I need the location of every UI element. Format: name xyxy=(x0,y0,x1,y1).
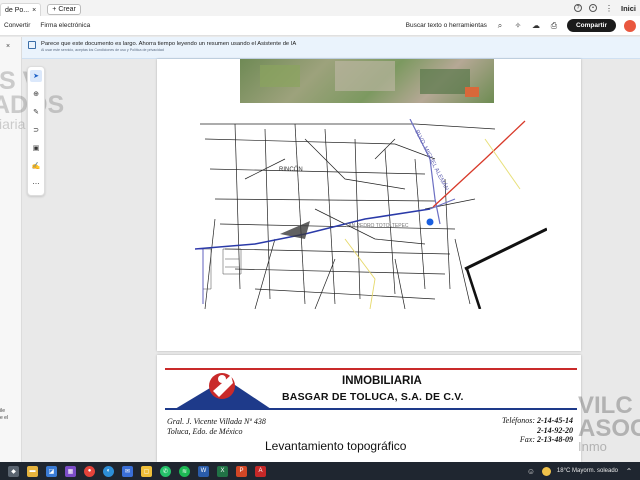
more-tools-icon[interactable]: ⋯ xyxy=(30,178,42,190)
spotify-icon[interactable]: ≋ xyxy=(179,465,190,477)
watermark-right-line1: VILC xyxy=(578,392,633,419)
excel-icon[interactable]: X xyxy=(217,465,228,477)
tab-title: de Po... xyxy=(5,6,30,14)
plus-icon: + xyxy=(52,5,57,13)
app-toolbar: Convertir Firma electrónica Buscar texto… xyxy=(0,16,640,36)
address-line1: Gral. J. Vicente Villada Nº 438 xyxy=(167,417,266,426)
acrobat-icon[interactable]: A xyxy=(255,465,266,477)
window-titlebar: de Po... × + Crear ? • ⋮ Inici xyxy=(0,0,640,16)
sign-in-link[interactable]: Inici xyxy=(621,4,636,13)
phones-label: Teléfonos: xyxy=(501,416,535,425)
pen-icon[interactable]: ✎ xyxy=(30,106,42,118)
chevron-up-icon[interactable]: ⌃ xyxy=(624,466,634,476)
map-label-blvd: BLVD. MIGUEL ALEMÁN xyxy=(413,129,450,192)
street-map: RINCÓN BLVD. MIGUEL ALEMÁN SAN PEDRO TOT… xyxy=(195,119,547,309)
side-line2: e el xyxy=(0,415,9,421)
pdf-page-2: INMOBILIARIA BASGAR DE TOLUCA, S.A. DE C… xyxy=(157,355,581,462)
company-phones: Teléfonos: 2-14-45-14 2-14-92-20 Fax: 2-… xyxy=(502,416,573,445)
signature-icon[interactable]: ✍ xyxy=(30,160,42,172)
watermark-right-line3: Inmo xyxy=(578,438,607,454)
chrome-icon[interactable]: ● xyxy=(84,465,95,477)
browser-tab[interactable]: de Po... × xyxy=(0,3,42,16)
watermark-right-line2: ASOC xyxy=(578,414,640,442)
phone-1: 2-14-45-14 xyxy=(537,416,573,425)
tools-palette: ➤ ⊕ ✎ ⊃ ▣ ✍ ⋯ xyxy=(27,66,45,196)
create-label: Crear xyxy=(58,5,76,13)
windows-taskbar: ◆ ▬ ◪ ▦ ● ◐ ✉ ▢ ✆ ≋ W X P A ☺ 18°C Mayor… xyxy=(0,462,640,480)
file-explorer-icon[interactable]: ▬ xyxy=(27,465,38,477)
avatar[interactable] xyxy=(624,19,636,32)
search-icon[interactable]: ⌕ xyxy=(495,21,505,31)
zoom-icon[interactable]: ⊕ xyxy=(30,88,42,100)
menu-sign[interactable]: Firma electrónica xyxy=(36,22,96,29)
system-tray: ☺ 18°C Mayorm. soleado ⌃ xyxy=(526,466,640,476)
text-box-icon[interactable]: ▣ xyxy=(30,142,42,154)
company-name-line2: BASGAR DE TOLUCA, S.A. DE C.V. xyxy=(282,391,464,403)
map-label-san-pedro: SAN PEDRO TOTOLTEPEC xyxy=(345,223,409,229)
pet-widget-icon[interactable]: ◆ xyxy=(8,465,19,477)
pdf-page-1: RINCÓN BLVD. MIGUEL ALEMÁN SAN PEDRO TOT… xyxy=(157,59,581,351)
ai-assistant-icon[interactable]: ✧ xyxy=(513,21,523,31)
tab-close-icon[interactable]: × xyxy=(32,7,36,14)
company-name-line1: INMOBILIARIA xyxy=(342,375,422,387)
apps-grid-icon[interactable]: ⋮ xyxy=(604,3,614,13)
address-line2: Toluca, Edo. de México xyxy=(167,427,243,436)
weather-text[interactable]: 18°C Mayorm. soleado xyxy=(557,468,618,474)
whatsapp-icon[interactable]: ✆ xyxy=(160,465,171,477)
ai-summary-banner: Parece que este documento es largo. Ahor… xyxy=(22,37,640,59)
select-cursor-icon[interactable]: ➤ xyxy=(30,70,42,82)
upload-cloud-icon[interactable]: ☁ xyxy=(531,21,541,31)
watermark-right: VILC ASOC Inmo xyxy=(578,392,640,454)
side-line1: ile xyxy=(0,408,6,414)
search-tools-label[interactable]: Buscar texto o herramientas xyxy=(406,22,487,29)
side-panel-snippet: ile e el xyxy=(0,408,8,422)
phone-2: 2-14-92-20 xyxy=(537,425,573,435)
fax-number: 2-13-48-09 xyxy=(537,435,573,445)
outlook-icon[interactable]: ✉ xyxy=(122,465,133,477)
close-panel-icon[interactable]: × xyxy=(6,43,10,50)
document-title: Levantamiento topográfico xyxy=(265,439,407,453)
banner-text[interactable]: Parece que este documento es largo. Ahor… xyxy=(41,41,296,47)
edge-icon[interactable]: ◐ xyxy=(103,465,114,477)
banner-subtext: Al usar este servicio, aceptas los Condi… xyxy=(41,48,164,53)
print-icon[interactable]: ⎙ xyxy=(549,21,559,31)
fax-label: Fax: xyxy=(519,435,535,445)
map-label-rincon: RINCÓN xyxy=(279,166,303,173)
weather-sun-icon xyxy=(541,466,551,476)
aerial-photo xyxy=(240,59,494,103)
chat-icon[interactable]: ☺ xyxy=(526,466,536,476)
lasso-icon[interactable]: ⊃ xyxy=(30,124,42,136)
menu-convert[interactable]: Convertir xyxy=(0,22,36,29)
photos-icon[interactable]: ◪ xyxy=(46,465,57,477)
create-button[interactable]: + Crear xyxy=(47,3,81,15)
notifications-icon[interactable]: • xyxy=(588,4,597,12)
share-button[interactable]: Compartir xyxy=(566,19,616,32)
left-rail: × xyxy=(0,37,22,462)
sticky-notes-icon[interactable]: ▢ xyxy=(141,465,152,477)
help-icon[interactable]: ? xyxy=(573,4,582,12)
document-icon xyxy=(28,41,36,49)
company-address: Gral. J. Vicente Villada Nº 438 Toluca, … xyxy=(167,417,266,437)
word-icon[interactable]: W xyxy=(198,465,209,477)
store-icon[interactable]: ▦ xyxy=(65,465,76,477)
company-logo xyxy=(175,373,271,409)
powerpoint-icon[interactable]: P xyxy=(236,465,247,477)
